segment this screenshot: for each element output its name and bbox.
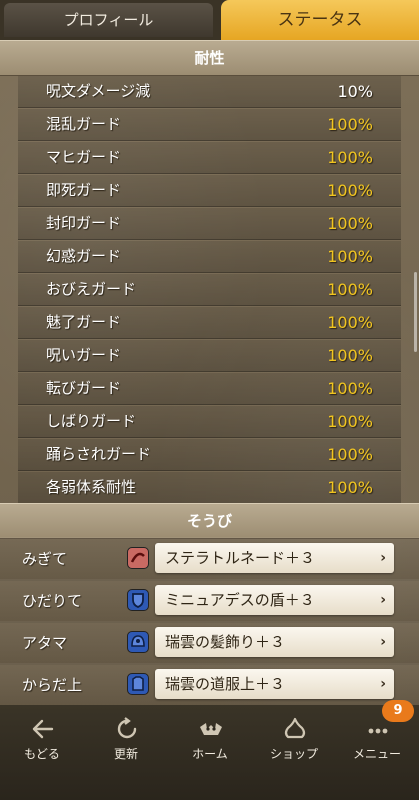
resist-row: 混乱ガード 100% bbox=[18, 109, 401, 141]
tab-bar: プロフィール ステータス bbox=[0, 0, 419, 40]
resist-value: 100% bbox=[327, 214, 373, 233]
equipment-row: アタマ 瑞雲の髪飾り＋３ › bbox=[0, 621, 419, 665]
resist-row: マヒガード 100% bbox=[18, 142, 401, 174]
chevron-right-icon: › bbox=[380, 550, 386, 566]
resist-row: 転びガード 100% bbox=[18, 373, 401, 405]
resist-row: 各弱体系耐性 100% bbox=[18, 472, 401, 504]
equipment-row: ひだりて ミニュアデスの盾＋３ › bbox=[0, 579, 419, 623]
resist-row: 幻惑ガード 100% bbox=[18, 241, 401, 273]
resist-label: 混乱ガード bbox=[46, 115, 122, 133]
resist-row: しばりガード 100% bbox=[18, 406, 401, 438]
tab-profile[interactable]: プロフィール bbox=[4, 3, 213, 37]
resist-value: 100% bbox=[327, 313, 373, 332]
equipment-item-button[interactable]: ミニュアデスの盾＋３ › bbox=[155, 585, 394, 615]
menu-notification-badge: 9 bbox=[382, 700, 414, 722]
equipment-slot-label: からだ上 bbox=[22, 676, 83, 694]
resist-value: 100% bbox=[327, 280, 373, 299]
equipment-item-button[interactable]: 瑞雲の髪飾り＋３ › bbox=[155, 627, 394, 657]
tab-status[interactable]: ステータス bbox=[221, 0, 419, 40]
resist-value: 100% bbox=[327, 181, 373, 200]
nav-refresh[interactable]: 更新 bbox=[84, 705, 168, 800]
resist-value: 100% bbox=[327, 346, 373, 365]
resist-value: 100% bbox=[327, 379, 373, 398]
resist-label: 封印ガード bbox=[46, 214, 122, 232]
equipment-item-name: ミニュアデスの盾＋３ bbox=[165, 591, 315, 609]
equipment-item-name: 瑞雲の髪飾り＋３ bbox=[165, 633, 286, 651]
equipment-item-name: ステラトルネード＋３ bbox=[165, 549, 316, 567]
resist-value: 100% bbox=[327, 445, 373, 464]
status-panel[interactable]: 耐性 呪文ダメージ減 10% 混乱ガード 100% マヒガード 100% 即死ガ… bbox=[0, 40, 419, 705]
back-arrow-icon bbox=[32, 719, 54, 739]
nav-refresh-label: 更新 bbox=[113, 747, 138, 761]
resist-row: 封印ガード 100% bbox=[18, 208, 401, 240]
nav-home[interactable]: ホーム bbox=[168, 705, 252, 800]
shield-icon bbox=[127, 589, 149, 611]
refresh-icon bbox=[117, 717, 137, 739]
equipment-slot-label: アタマ bbox=[22, 634, 68, 652]
nav-shop[interactable]: ショップ bbox=[252, 705, 336, 800]
resist-label: 即死ガード bbox=[46, 181, 122, 199]
equipment-row: からだ上 瑞雲の道服上＋３ › bbox=[0, 663, 419, 705]
resist-value: 100% bbox=[327, 148, 373, 167]
resist-label: 踊らされガード bbox=[46, 445, 152, 463]
resist-label: 各弱体系耐性 bbox=[46, 478, 137, 496]
resist-row: おびえガード 100% bbox=[18, 274, 401, 306]
resist-row: 即死ガード 100% bbox=[18, 175, 401, 207]
chevron-right-icon: › bbox=[380, 592, 386, 608]
resist-value: 100% bbox=[327, 115, 373, 134]
nav-menu-label: メニュー bbox=[352, 747, 401, 761]
equipment-section-title: そうび bbox=[0, 503, 419, 539]
resist-row: 呪いガード 100% bbox=[18, 340, 401, 372]
nav-back-label: もどる bbox=[24, 747, 60, 761]
helmet-icon bbox=[127, 631, 149, 653]
resist-section-title: 耐性 bbox=[0, 40, 419, 76]
resist-value: 10% bbox=[337, 82, 373, 101]
bottom-nav: もどる 更新 ホーム ショップ メニュー bbox=[0, 705, 419, 800]
nav-back[interactable]: もどる bbox=[0, 705, 84, 800]
equipment-row: みぎて ステラトルネード＋３ › bbox=[0, 537, 419, 581]
resist-label: 魅了ガード bbox=[46, 313, 122, 331]
home-dracky-icon bbox=[200, 723, 222, 735]
resist-value: 100% bbox=[327, 412, 373, 431]
chevron-right-icon: › bbox=[380, 676, 386, 692]
equipment-slot-label: みぎて bbox=[22, 550, 68, 568]
scrollbar[interactable] bbox=[414, 272, 417, 352]
equipment-item-button[interactable]: ステラトルネード＋３ › bbox=[155, 543, 394, 573]
resist-label: しばりガード bbox=[46, 412, 137, 430]
resist-row: 魅了ガード 100% bbox=[18, 307, 401, 339]
resist-label: 呪文ダメージ減 bbox=[46, 82, 151, 100]
resist-value: 100% bbox=[327, 247, 373, 266]
equipment-item-button[interactable]: 瑞雲の道服上＋３ › bbox=[155, 669, 394, 699]
whip-icon bbox=[127, 547, 149, 569]
resist-label: 転びガード bbox=[46, 379, 122, 397]
resist-label: マヒガード bbox=[46, 148, 122, 166]
armor-icon bbox=[127, 673, 149, 695]
resist-value: 100% bbox=[327, 478, 373, 497]
resist-label: 幻惑ガード bbox=[46, 247, 122, 265]
resist-label: おびえガード bbox=[46, 280, 137, 298]
resist-label: 呪いガード bbox=[46, 346, 122, 364]
nav-shop-label: ショップ bbox=[269, 747, 318, 761]
nav-home-label: ホーム bbox=[192, 747, 228, 761]
resist-row: 踊らされガード 100% bbox=[18, 439, 401, 471]
slime-shop-icon bbox=[284, 717, 306, 739]
chevron-right-icon: › bbox=[380, 634, 386, 650]
equipment-item-name: 瑞雲の道服上＋３ bbox=[165, 675, 286, 693]
equipment-slot-label: ひだりて bbox=[22, 592, 83, 610]
resist-row: 呪文ダメージ減 10% bbox=[18, 76, 401, 108]
